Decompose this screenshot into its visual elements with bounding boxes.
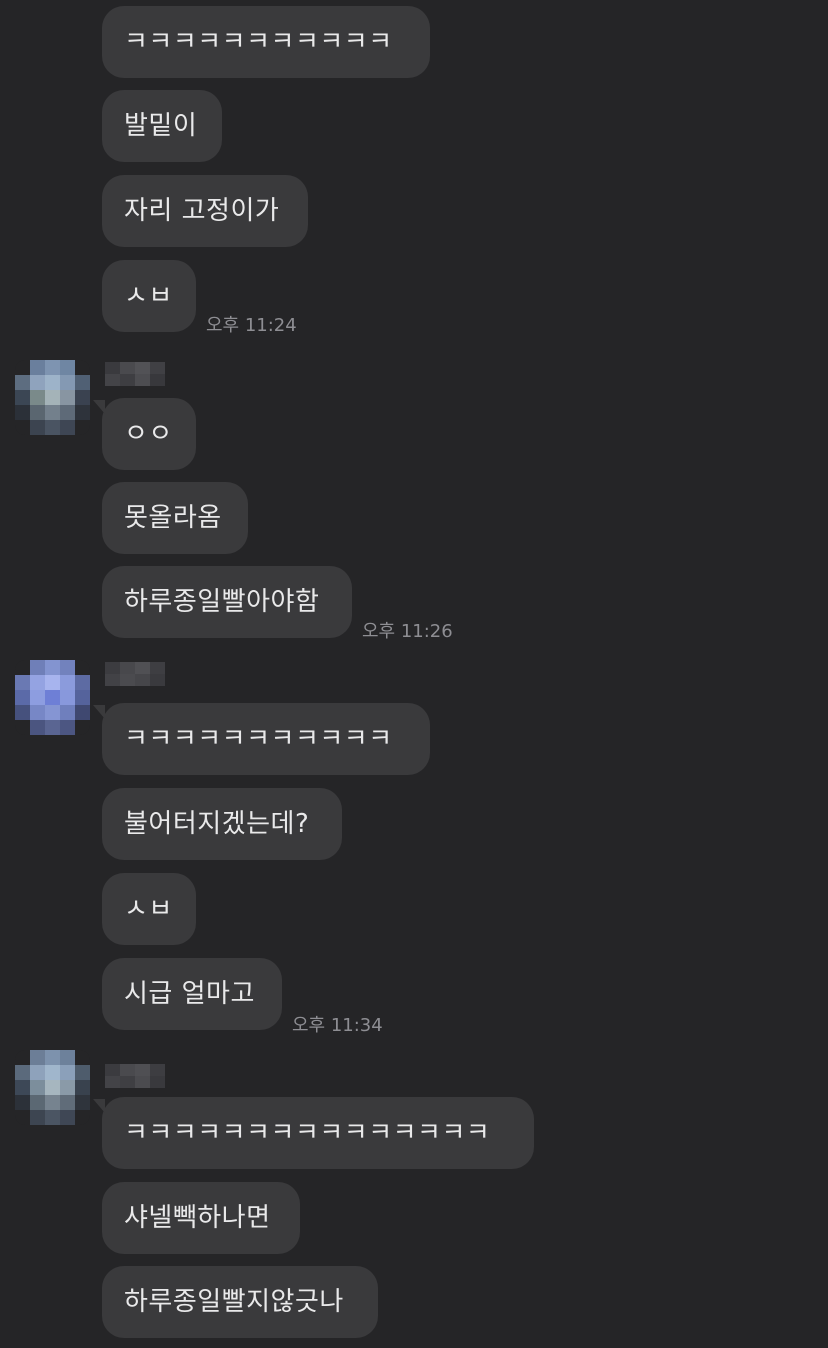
message-text: ㅋㅋㅋㅋㅋㅋㅋㅋㅋㅋㅋㅋㅋㅋㅋ (124, 1118, 491, 1148)
message-text: 하루종일빨지않긋나 (124, 1287, 344, 1317)
message-text: 불어터지겠는데? (124, 809, 310, 839)
message-bubble[interactable]: ㅋㅋㅋㅋㅋㅋㅋㅋㅋㅋㅋ (102, 6, 430, 78)
message-text: 하루종일빨아야함 (124, 587, 320, 617)
message-bubble[interactable]: 하루종일빨아야함 (102, 566, 352, 638)
message-bubble[interactable]: ㅇㅇ (93, 398, 196, 470)
message-timestamp: 오후 11:24 (206, 315, 297, 336)
message-text: 못올라옴 (124, 503, 222, 533)
message-text: 샤넬빽하나면 (124, 1203, 271, 1233)
message-text: ㅋㅋㅋㅋㅋㅋㅋㅋㅋㅋㅋ (124, 27, 393, 57)
message-text: ㅋㅋㅋㅋㅋㅋㅋㅋㅋㅋㅋ (124, 724, 393, 754)
sender-name-blurred (105, 1064, 165, 1088)
message-text: ㅅㅂ (124, 894, 173, 924)
avatar[interactable] (15, 660, 90, 735)
message-bubble[interactable]: ㅅㅂ (102, 873, 196, 945)
message-bubble[interactable]: 발밑이 (102, 90, 222, 162)
message-timestamp: 오후 11:26 (362, 621, 453, 642)
message-timestamp: 오후 11:34 (292, 1015, 383, 1036)
message-bubble[interactable]: 못올라옴 (102, 482, 248, 554)
message-text: ㅇㅇ (124, 419, 173, 449)
sender-name-blurred (105, 362, 165, 386)
message-text: 시급 얼마고 (124, 979, 255, 1009)
message-bubble[interactable]: 시급 얼마고 (102, 958, 282, 1030)
message-text: 자리 고정이가 (124, 196, 280, 226)
message-bubble[interactable]: 하루종일빨지않긋나 (102, 1266, 378, 1338)
message-bubble[interactable]: ㅋㅋㅋㅋㅋㅋㅋㅋㅋㅋㅋ (93, 703, 430, 775)
message-bubble[interactable]: 불어터지겠는데? (102, 788, 342, 860)
message-bubble[interactable]: ㅅㅂ (102, 260, 196, 332)
message-text: ㅅㅂ (124, 281, 173, 311)
message-text: 발밑이 (124, 111, 198, 141)
avatar[interactable] (15, 360, 90, 435)
message-bubble[interactable]: 자리 고정이가 (102, 175, 308, 247)
message-bubble[interactable]: 샤넬빽하나면 (102, 1182, 300, 1254)
avatar[interactable] (15, 1050, 90, 1125)
message-bubble[interactable]: ㅋㅋㅋㅋㅋㅋㅋㅋㅋㅋㅋㅋㅋㅋㅋ (93, 1097, 534, 1169)
sender-name-blurred (105, 662, 165, 686)
